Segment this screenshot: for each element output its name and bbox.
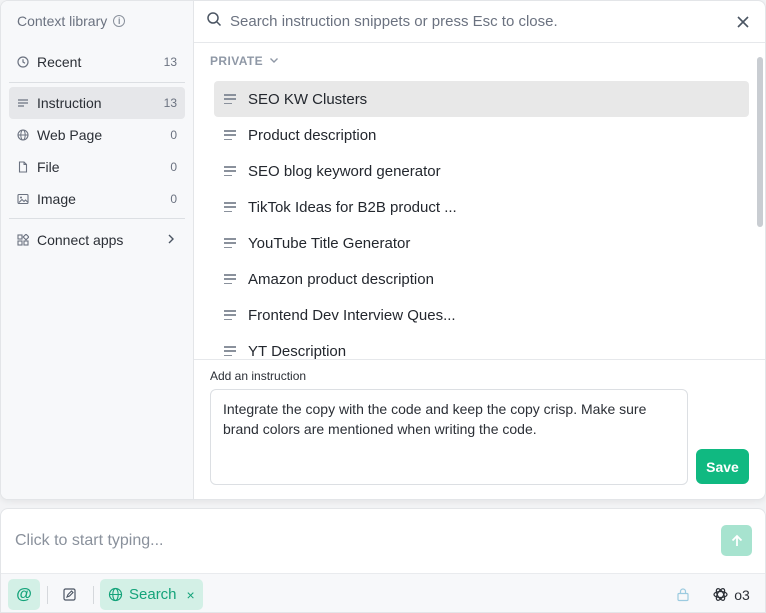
lock-icon — [677, 588, 689, 602]
model-name: o3 — [734, 586, 750, 603]
context-library-sidebar: Context library i Recent 13 Instruction … — [1, 1, 194, 499]
snippet-title: Amazon product description — [248, 270, 434, 288]
clock-icon — [17, 56, 29, 68]
mention-button[interactable]: @ — [8, 579, 40, 610]
instruction-label: Add an instruction — [210, 369, 307, 383]
sidebar-item-instruction[interactable]: Instruction 13 — [9, 87, 185, 119]
model-selector[interactable]: o3 — [707, 579, 755, 610]
snippet-item[interactable]: SEO KW Clusters — [214, 81, 749, 117]
instruction-textarea[interactable]: Integrate the copy with the code and kee… — [210, 389, 688, 485]
edit-note-icon — [62, 588, 76, 601]
prompt-input[interactable] — [15, 529, 695, 553]
library-title: Context library i — [17, 13, 126, 29]
globe-icon — [108, 587, 123, 602]
chevron-right-icon — [165, 232, 177, 248]
sidebar-item-recent[interactable]: Recent 13 — [9, 46, 185, 78]
toolbar-divider — [47, 586, 48, 604]
lock-button[interactable] — [673, 579, 693, 610]
web-search-chip[interactable]: Search × — [100, 579, 203, 610]
sidebar-divider — [9, 82, 185, 83]
file-icon — [17, 161, 29, 173]
library-title-text: Context library — [17, 13, 108, 29]
snippet-title: Frontend Dev Interview Ques... — [248, 306, 456, 324]
sidebar-item-file[interactable]: File 0 — [9, 151, 185, 183]
snippet-item[interactable]: YT Description — [214, 333, 749, 359]
search-chip-label: Search — [129, 586, 177, 603]
list-scrollbar[interactable] — [757, 57, 763, 227]
sidebar-item-count: 0 — [170, 160, 177, 174]
lines-icon — [224, 274, 236, 284]
arrow-up-icon — [731, 534, 742, 546]
lines-icon — [17, 97, 29, 109]
sidebar-item-label: Image — [37, 191, 76, 207]
snippet-item[interactable]: YouTube Title Generator — [214, 225, 749, 261]
snippet-title: YT Description — [248, 342, 347, 360]
section-label-text: PRIVATE — [210, 54, 264, 68]
sidebar-item-web-page[interactable]: Web Page 0 — [9, 119, 185, 151]
snippet-title: SEO KW Clusters — [248, 90, 368, 108]
lines-icon — [224, 202, 236, 212]
context-library-panel: Context library i Recent 13 Instruction … — [0, 0, 766, 500]
snippet-search-bar — [194, 1, 765, 43]
prompt-library-button[interactable] — [53, 579, 85, 610]
lines-icon — [224, 94, 236, 104]
sidebar-item-label: Instruction — [37, 95, 102, 111]
chevron-down-icon — [269, 54, 279, 68]
openai-icon — [713, 588, 728, 601]
save-button[interactable]: Save — [696, 449, 749, 484]
at-icon: @ — [16, 585, 32, 603]
close-icon[interactable]: × — [187, 587, 195, 603]
sidebar-item-label: Recent — [37, 54, 82, 70]
sidebar-divider — [9, 218, 185, 219]
snippet-item[interactable]: Product description — [214, 117, 749, 153]
lines-icon — [224, 346, 236, 356]
info-icon[interactable]: i — [113, 15, 126, 27]
connect-apps-label: Connect apps — [37, 232, 124, 248]
apps-icon — [17, 234, 29, 246]
instruction-editor: Add an instruction Integrate the copy wi… — [194, 359, 765, 499]
sidebar-item-image[interactable]: Image 0 — [9, 183, 185, 215]
sidebar-item-label: Web Page — [37, 127, 103, 143]
sidebar-item-count: 13 — [163, 55, 177, 69]
lines-icon — [224, 166, 236, 176]
composer-toolbar: @ Search × o3 — [1, 573, 765, 612]
lines-icon — [224, 238, 236, 248]
snippet-item[interactable]: TikTok Ideas for B2B product ... — [214, 189, 749, 225]
snippet-list: PRIVATE SEO KW Clusters Product descript… — [194, 44, 765, 359]
image-icon — [17, 193, 29, 205]
snippet-title: Product description — [248, 126, 377, 144]
send-button[interactable] — [721, 525, 752, 556]
snippet-title: TikTok Ideas for B2B product ... — [248, 198, 457, 216]
search-icon — [206, 11, 222, 32]
snippet-search-input[interactable] — [230, 13, 733, 30]
snippet-item[interactable]: Amazon product description — [214, 261, 749, 297]
sidebar-item-count: 13 — [163, 96, 177, 110]
snippet-title: YouTube Title Generator — [248, 234, 411, 252]
lines-icon — [224, 310, 236, 320]
toolbar-divider — [93, 586, 94, 604]
lines-icon — [224, 130, 236, 140]
snippet-title: SEO blog keyword generator — [248, 162, 441, 180]
connect-apps-button[interactable]: Connect apps — [9, 224, 185, 256]
globe-icon — [17, 129, 29, 141]
sidebar-item-count: 0 — [170, 192, 177, 206]
sidebar-item-label: File — [37, 159, 60, 175]
section-toggle-private[interactable]: PRIVATE — [210, 54, 279, 68]
close-icon[interactable] — [733, 12, 753, 32]
chat-composer: @ Search × o3 — [0, 508, 766, 613]
snippet-item[interactable]: Frontend Dev Interview Ques... — [214, 297, 749, 333]
snippet-item[interactable]: SEO blog keyword generator — [214, 153, 749, 189]
sidebar-item-count: 0 — [170, 128, 177, 142]
